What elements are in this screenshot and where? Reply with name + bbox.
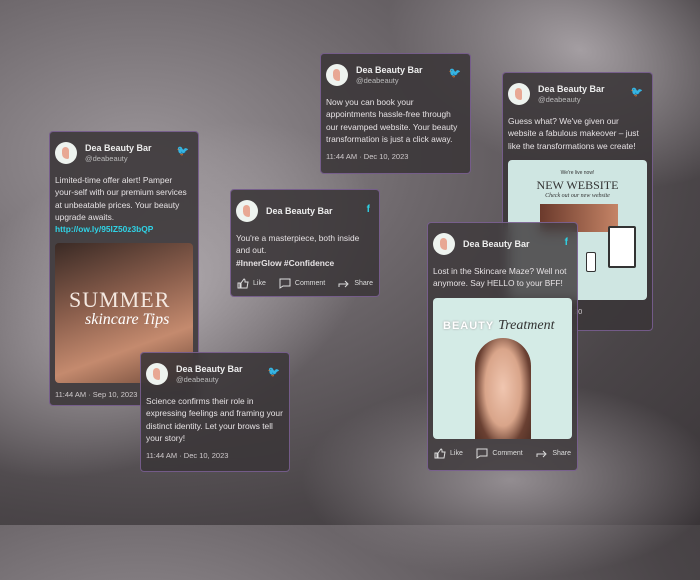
post-text: Science confirms their role in expressin… [146,396,283,443]
facebook-icon[interactable]: f [565,237,568,248]
account-name: Dea Beauty Bar [266,206,333,216]
account-handle: @deabeauty [85,154,128,163]
post-card-brows: Dea Beauty Bar @deabeauty 🐦 Science confi… [140,352,290,472]
avatar [236,200,258,222]
image-kicker: We're live now! [560,169,595,176]
post-text: Now you can book your appointments hassl… [326,97,458,144]
comment-button[interactable]: Comment [476,448,523,459]
post-text: Guess what? We've given our website a fa… [508,116,639,151]
account-name: Dea Beauty Bar [538,84,605,94]
model-face [475,337,531,439]
account-name: Dea Beauty Bar [463,239,530,249]
like-button[interactable]: Like [434,448,463,459]
post-card-booking: Dea Beauty Bar @deabeauty 🐦 Now you can b… [320,53,471,174]
post-timestamp: 11:44 AM · Dec 10, 2023 [146,451,229,461]
like-button[interactable]: Like [237,278,266,289]
account-name: Dea Beauty Bar [356,65,423,75]
comment-icon [279,278,291,289]
like-label: Like [253,279,266,287]
avatar [508,83,530,105]
comment-button[interactable]: Comment [279,278,325,289]
twitter-icon[interactable]: 🐦 [268,367,280,378]
image-subtitle: Check out our new website [545,192,610,199]
image-subtitle: Treatment [498,317,555,333]
post-text: Limited-time offer alert! Pamper your-se… [55,175,187,222]
share-icon [338,280,350,288]
thumbs-up-icon [237,278,249,289]
avatar [433,233,455,255]
share-button[interactable]: Share [338,278,373,289]
post-link[interactable]: http://ow.ly/95lZ50z3bQP [55,223,193,235]
post-hashtags[interactable]: #InnerGlow #Confidence [236,257,374,269]
phone-preview [586,251,596,272]
image-title: NEW WEBSITE [536,177,619,192]
twitter-icon[interactable]: 🐦 [631,87,643,98]
account-handle: @deabeauty [356,76,399,85]
account-handle: @deabeauty [176,375,219,384]
tablet-preview [608,225,636,268]
post-timestamp: 11:44 AM · Dec 10, 2023 [326,152,409,162]
post-image[interactable]: BEAUTY Treatment [433,297,572,439]
image-subtitle: skincare Tips [85,311,170,329]
like-label: Like [450,449,463,457]
account-name: Dea Beauty Bar [176,364,243,374]
avatar [146,363,168,385]
share-label: Share [354,279,373,287]
account-name: Dea Beauty Bar [85,143,152,153]
comment-label: Comment [294,279,326,287]
thumbs-up-icon [434,448,446,459]
account-handle: @deabeauty [538,95,581,104]
comment-icon [476,448,488,459]
share-icon [536,450,548,457]
image-title: SUMMER [69,287,171,313]
image-title: BEAUTY [443,319,495,332]
share-label: Share [552,449,571,457]
comment-label: Comment [492,449,523,457]
avatar [55,142,77,164]
post-text: Lost in the Skincare Maze? Well not anym… [433,266,567,289]
avatar [326,64,348,86]
facebook-icon[interactable]: f [367,204,370,215]
twitter-icon[interactable]: 🐦 [449,68,461,79]
post-text: You're a masterpiece, both inside and ou… [236,233,360,256]
post-card-beauty-treatment: Dea Beauty Bar f Lost in the Skincare Ma… [427,222,578,471]
twitter-icon[interactable]: 🐦 [177,146,189,157]
post-card-masterpiece: Dea Beauty Bar f You're a masterpiece, b… [230,189,380,297]
share-button[interactable]: Share [536,448,571,459]
